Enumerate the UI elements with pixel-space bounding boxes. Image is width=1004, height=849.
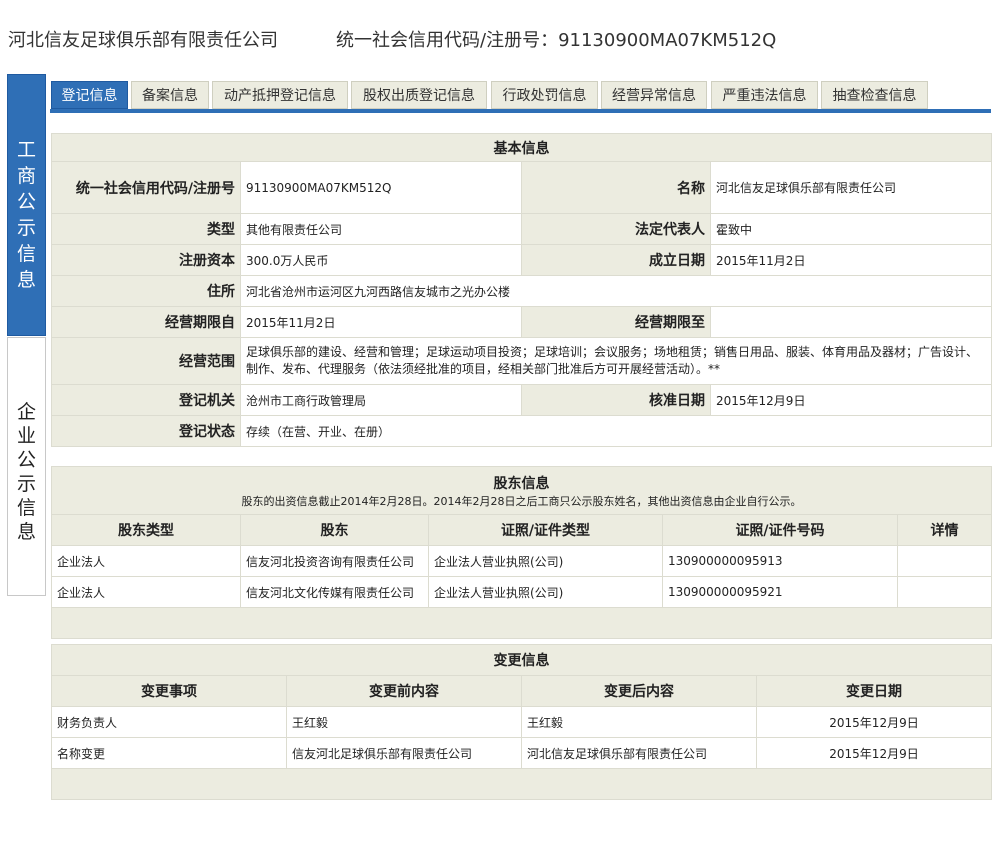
scope-value: 足球俱乐部的建设、经营和管理；足球运动项目投资；足球培训；会议服务；场地租赁；销… (240, 337, 992, 385)
change-title: 变更信息 (51, 644, 992, 676)
shareholder-name-cell: 信友河北文化传媒有限责任公司 (240, 576, 429, 608)
approval-label: 核准日期 (521, 384, 711, 416)
license-type-cell: 企业法人营业执照(公司) (428, 545, 663, 577)
credit-code-value: 91130900MA07KM512Q (240, 161, 522, 214)
type-value: 其他有限责任公司 (240, 213, 522, 245)
shareholder-table: 股东信息 股东的出资信息截止2014年2月28日。2014年2月28日之后工商只… (50, 466, 993, 639)
tab-registration-info[interactable]: 登记信息 (51, 81, 128, 109)
shareholder-title: 股东信息 (493, 475, 550, 492)
after-cell: 王红毅 (521, 706, 757, 738)
authority-label: 登记机关 (51, 384, 241, 416)
established-value: 2015年11月2日 (710, 244, 992, 276)
sidebar-top-label: 工商公示信息 (16, 139, 36, 291)
capital-label: 注册资本 (51, 244, 241, 276)
address-value: 河北省沧州市运河区九河西路信友城市之光办公楼 (240, 275, 992, 307)
after-cell: 河北信友足球俱乐部有限责任公司 (521, 737, 757, 769)
tab-abnormal-operation[interactable]: 经营异常信息 (601, 81, 707, 109)
company-title: 河北信友足球俱乐部有限责任公司 (8, 30, 278, 51)
status-value: 存续（在营、开业、在册） (240, 415, 992, 447)
capital-value: 300.0万人民币 (240, 244, 522, 276)
tab-bar: 登记信息 备案信息 动产抵押登记信息 股权出质登记信息 行政处罚信息 经营异常信… (51, 81, 991, 109)
type-label: 类型 (51, 213, 241, 245)
license-number-cell: 130900000095921 (662, 576, 898, 608)
status-label: 登记状态 (51, 415, 241, 447)
shareholder-title-cell: 股东信息 股东的出资信息截止2014年2月28日。2014年2月28日之后工商只… (50, 466, 993, 515)
scope-label: 经营范围 (51, 337, 241, 385)
name-label: 名称 (521, 161, 711, 214)
shareholder-note: 股东的出资信息截止2014年2月28日。2014年2月28日之后工商只公示股东姓… (241, 494, 802, 508)
tab-equity-pledge[interactable]: 股权出质登记信息 (351, 81, 487, 109)
details-link[interactable] (896, 576, 993, 608)
authority-value: 沧州市工商行政管理局 (240, 384, 522, 416)
term-to-value (710, 306, 992, 338)
change-date-cell: 2015年12月9日 (756, 737, 992, 769)
tab-filing-info[interactable]: 备案信息 (131, 81, 209, 109)
credit-code-header: 统一社会信用代码/注册号：91130900MA07KM512Q (336, 30, 777, 51)
sidebar-bottom-label: 企业公示信息 (16, 401, 36, 543)
term-from-value: 2015年11月2日 (240, 306, 522, 338)
before-cell: 信友河北足球俱乐部有限责任公司 (286, 737, 522, 769)
col-header-shareholder-type: 股东类型 (51, 514, 241, 546)
legal-rep-label: 法定代表人 (521, 213, 711, 245)
table-row: 企业法人 信友河北投资咨询有限责任公司 企业法人营业执照(公司) 1309000… (51, 545, 993, 577)
shareholder-type-cell: 企业法人 (51, 545, 241, 577)
basic-info-table: 基本信息 统一社会信用代码/注册号 91130900MA07KM512Q 名称 … (51, 133, 992, 447)
approval-value: 2015年12月9日 (710, 384, 992, 416)
tab-spot-check[interactable]: 抽查检查信息 (821, 81, 928, 109)
col-header-details: 详情 (896, 514, 993, 546)
col-header-change-item: 变更事项 (51, 675, 287, 707)
table-footer (51, 768, 992, 800)
license-number-cell: 130900000095913 (662, 545, 898, 577)
term-to-label: 经营期限至 (521, 306, 711, 338)
tab-underline (50, 109, 991, 113)
before-cell: 王红毅 (286, 706, 522, 738)
address-label: 住所 (51, 275, 241, 307)
change-table: 变更信息 变更事项 变更前内容 变更后内容 变更日期 财务负责人 王红毅 王红毅… (51, 644, 992, 800)
table-footer (50, 607, 993, 639)
col-header-before: 变更前内容 (286, 675, 522, 707)
shareholder-name-cell: 信友河北投资咨询有限责任公司 (240, 545, 429, 577)
details-link[interactable] (896, 545, 993, 577)
table-row: 企业法人 信友河北文化传媒有限责任公司 企业法人营业执照(公司) 1309000… (51, 576, 993, 608)
legal-rep-value: 霍致中 (710, 213, 992, 245)
name-value: 河北信友足球俱乐部有限责任公司 (710, 161, 992, 214)
tab-chattel-mortgage[interactable]: 动产抵押登记信息 (212, 81, 348, 109)
tab-serious-violation[interactable]: 严重违法信息 (711, 81, 818, 109)
credit-code-label: 统一社会信用代码/注册号 (51, 161, 241, 214)
shareholder-type-cell: 企业法人 (51, 576, 241, 608)
established-label: 成立日期 (521, 244, 711, 276)
col-header-license-type: 证照/证件类型 (428, 514, 663, 546)
change-item-cell: 财务负责人 (51, 706, 287, 738)
sidebar-tab-business-publicity[interactable]: 工商公示信息 (7, 74, 46, 336)
page-header: 河北信友足球俱乐部有限责任公司 统一社会信用代码/注册号：91130900MA0… (8, 26, 776, 52)
col-header-license-number: 证照/证件号码 (662, 514, 898, 546)
license-type-cell: 企业法人营业执照(公司) (428, 576, 663, 608)
col-header-change-date: 变更日期 (756, 675, 992, 707)
term-from-label: 经营期限自 (51, 306, 241, 338)
change-date-cell: 2015年12月9日 (756, 706, 992, 738)
sidebar-tab-enterprise-publicity[interactable]: 企业公示信息 (7, 337, 46, 596)
change-item-cell: 名称变更 (51, 737, 287, 769)
col-header-after: 变更后内容 (521, 675, 757, 707)
table-row: 财务负责人 王红毅 王红毅 2015年12月9日 (51, 706, 992, 738)
tab-administrative-penalty[interactable]: 行政处罚信息 (491, 81, 598, 109)
col-header-shareholder: 股东 (240, 514, 429, 546)
basic-info-title: 基本信息 (51, 133, 992, 162)
table-row: 名称变更 信友河北足球俱乐部有限责任公司 河北信友足球俱乐部有限责任公司 201… (51, 737, 992, 769)
